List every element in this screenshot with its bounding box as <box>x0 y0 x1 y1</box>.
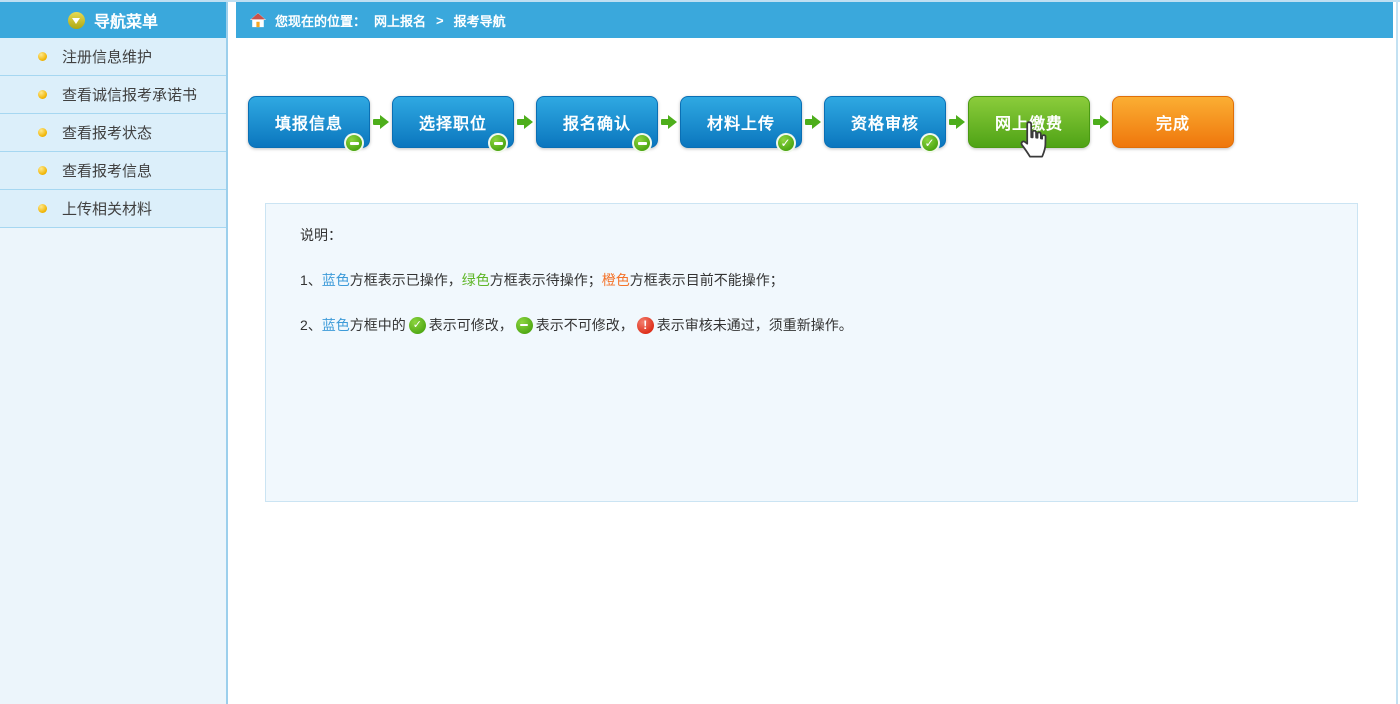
steps-flow: 填报信息 选择职位 报名确认 材料上传 ✓ <box>248 96 1234 148</box>
minus-badge-icon <box>516 317 533 334</box>
step-fill-info[interactable]: 填报信息 <box>248 96 370 148</box>
bullet-icon <box>38 204 47 213</box>
sidebar-item-label: 查看报考状态 <box>62 122 152 143</box>
arrow-right-icon <box>373 115 389 129</box>
note-text: 方框中的 <box>350 315 406 335</box>
check-badge-icon: ✓ <box>409 317 426 334</box>
sidebar-item-label: 注册信息维护 <box>62 46 152 67</box>
sidebar-item-label: 查看诚信报考承诺书 <box>62 84 197 105</box>
arrow-cell <box>802 96 824 148</box>
chevron-down-circle-icon <box>68 12 85 29</box>
hand-cursor-icon <box>1015 119 1053 163</box>
arrow-cell <box>370 96 392 148</box>
sidebar-item-register-info[interactable]: 注册信息维护 <box>0 38 226 76</box>
minus-badge-icon <box>344 133 364 153</box>
minus-badge-icon <box>632 133 652 153</box>
minus-badge-icon <box>488 133 508 153</box>
bullet-icon <box>38 166 47 175</box>
breadcrumb: 您现在的位置： 网上报名 > 报考导航 <box>236 2 1393 38</box>
step-upload-materials[interactable]: 材料上传 ✓ <box>680 96 802 148</box>
note-text: 方框表示已操作， <box>350 270 462 290</box>
note-text: 表示审核未通过，须重新操作。 <box>657 315 853 335</box>
main-content: 您现在的位置： 网上报名 > 报考导航 填报信息 选择职位 报名确认 <box>230 2 1396 704</box>
note-text: 2、 <box>300 315 322 335</box>
step-label: 完成 <box>1156 110 1190 134</box>
breadcrumb-separator: > <box>436 13 444 28</box>
arrow-right-icon <box>949 115 965 129</box>
step-label: 材料上传 <box>707 110 775 134</box>
orange-word: 橙色 <box>602 270 630 290</box>
arrow-right-icon <box>517 115 533 129</box>
note-text: 表示不可修改， <box>536 315 634 335</box>
explanation-title: 说明： <box>300 225 1357 245</box>
arrow-cell <box>1090 96 1112 148</box>
sidebar-item-application-info[interactable]: 查看报考信息 <box>0 152 226 190</box>
arrow-right-icon <box>661 115 677 129</box>
arrow-cell <box>658 96 680 148</box>
step-label: 填报信息 <box>275 110 343 134</box>
step-online-payment[interactable]: 网上缴费 <box>968 96 1090 148</box>
bullet-icon <box>38 90 47 99</box>
explanation-line-2: 2、蓝色方框中的 ✓表示可修改， 表示不可修改，!表示审核未通过，须重新操作。 <box>300 315 1357 335</box>
arrow-right-icon <box>805 115 821 129</box>
bullet-icon <box>38 128 47 137</box>
breadcrumb-current: 报考导航 <box>454 11 506 30</box>
sidebar-item-application-status[interactable]: 查看报考状态 <box>0 114 226 152</box>
step-label: 选择职位 <box>419 110 487 134</box>
note-text: 1、 <box>300 270 322 290</box>
arrow-cell <box>514 96 536 148</box>
sidebar-item-label: 查看报考信息 <box>62 160 152 181</box>
sidebar-item-upload-materials[interactable]: 上传相关材料 <box>0 190 226 228</box>
registration-portal-page: 导航菜单 注册信息维护 查看诚信报考承诺书 查看报考状态 查看报考信息 上传相关… <box>0 0 1400 704</box>
sidebar-item-label: 上传相关材料 <box>62 198 152 219</box>
sidebar-title: 导航菜单 <box>94 8 158 32</box>
step-qualification-review[interactable]: 资格审核 ✓ <box>824 96 946 148</box>
blue-word: 蓝色 <box>322 270 350 290</box>
breadcrumb-prefix: 您现在的位置： <box>275 11 366 30</box>
blue-word: 蓝色 <box>322 315 350 335</box>
check-badge-icon: ✓ <box>776 133 796 153</box>
step-label: 资格审核 <box>851 110 919 134</box>
bullet-icon <box>38 52 47 61</box>
note-text: 方框表示目前不能操作； <box>630 270 784 290</box>
home-icon <box>249 12 267 28</box>
step-finish: 完成 <box>1112 96 1234 148</box>
step-select-position[interactable]: 选择职位 <box>392 96 514 148</box>
sidebar-header[interactable]: 导航菜单 <box>0 2 226 38</box>
sidebar: 导航菜单 注册信息维护 查看诚信报考承诺书 查看报考状态 查看报考信息 上传相关… <box>0 2 228 704</box>
breadcrumb-section[interactable]: 网上报名 <box>374 11 426 30</box>
explanation-box: 说明： 1、蓝色方框表示已操作， 绿色方框表示待操作；橙色方框表示目前不能操作；… <box>265 203 1358 502</box>
step-label: 报名确认 <box>563 110 631 134</box>
arrow-right-icon <box>1093 115 1109 129</box>
green-word: 绿色 <box>462 270 490 290</box>
note-text: 表示可修改， <box>429 315 513 335</box>
check-badge-icon: ✓ <box>920 133 940 153</box>
sidebar-item-integrity-pledge[interactable]: 查看诚信报考承诺书 <box>0 76 226 114</box>
exclamation-badge-icon: ! <box>637 317 654 334</box>
note-text: 方框表示待操作； <box>490 270 602 290</box>
step-confirm-registration[interactable]: 报名确认 <box>536 96 658 148</box>
explanation-line-1: 1、蓝色方框表示已操作， 绿色方框表示待操作；橙色方框表示目前不能操作； <box>300 270 1357 290</box>
arrow-cell <box>946 96 968 148</box>
page-right-border <box>1396 0 1398 704</box>
